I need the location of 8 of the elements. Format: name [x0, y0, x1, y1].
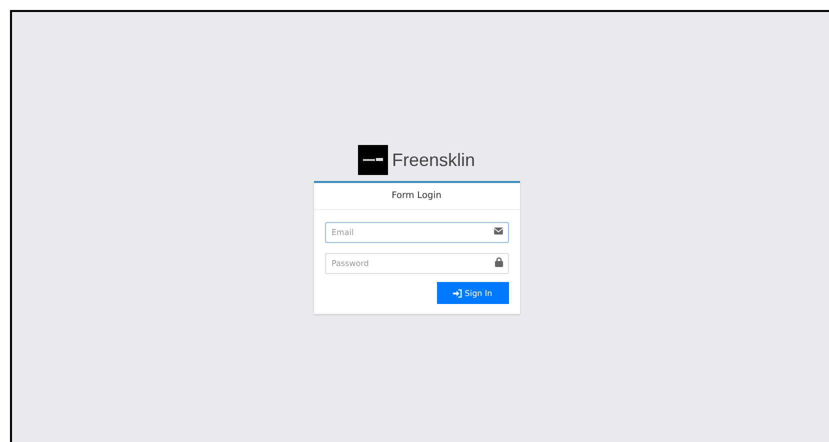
brand-name: Freensklin [392, 150, 476, 170]
card-title: Form Login [392, 191, 442, 201]
sign-in-icon [452, 288, 462, 298]
password-field[interactable]: Password [324, 253, 508, 274]
email-field[interactable]: Email [324, 222, 508, 243]
sign-in-button[interactable]: Sign In [436, 282, 508, 304]
lock-icon [494, 256, 502, 266]
logo-icon [358, 145, 388, 175]
